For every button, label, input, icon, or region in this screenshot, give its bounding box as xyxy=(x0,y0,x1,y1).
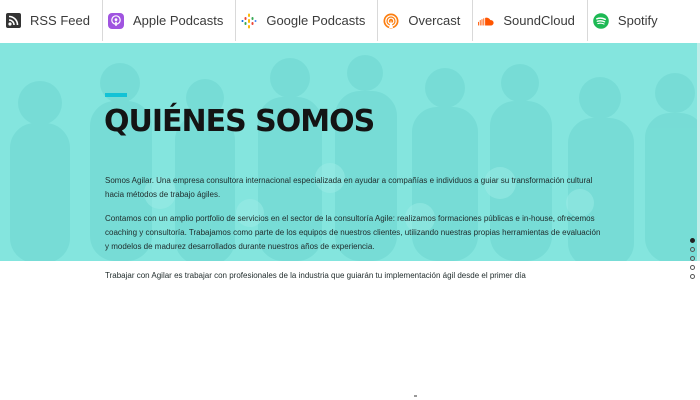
slider-dots xyxy=(690,238,698,283)
closing-paragraph: Trabajar con Agilar es trabajar con prof… xyxy=(105,271,526,280)
rss-icon xyxy=(5,13,21,29)
scroll-indicator xyxy=(414,395,417,397)
google-podcasts-label: Google Podcasts xyxy=(266,13,366,28)
podcast-links-bar: RSS Feed Apple Podcasts Google Podcasts … xyxy=(0,0,700,41)
spotify-link[interactable]: Spotify xyxy=(588,0,670,41)
spotify-label: Spotify xyxy=(617,13,658,28)
google-podcasts-link[interactable]: Google Podcasts xyxy=(236,0,379,41)
overcast-label: Overcast xyxy=(408,13,461,28)
overcast-link[interactable]: Overcast xyxy=(378,0,474,41)
apple-podcasts-icon xyxy=(107,12,124,29)
intro-paragraph: Somos Agilar. Una empresa consultora int… xyxy=(105,176,593,199)
title-accent-bar xyxy=(105,93,127,97)
slider-dot-3[interactable] xyxy=(690,256,695,261)
rss-feed-label: RSS Feed xyxy=(30,13,90,28)
soundcloud-label: SoundCloud xyxy=(503,13,575,28)
page-title: QUIÉNES SOMOS xyxy=(104,104,375,139)
services-paragraph: Contamos con un amplio portfolio de serv… xyxy=(105,214,601,251)
slider-dot-1[interactable] xyxy=(690,238,695,243)
slider-dot-4[interactable] xyxy=(690,265,695,270)
apple-podcasts-label: Apple Podcasts xyxy=(132,13,224,28)
slider-dot-5[interactable] xyxy=(690,274,695,279)
slider-dot-2[interactable] xyxy=(690,247,695,252)
overcast-icon xyxy=(383,13,399,29)
rss-feed-link[interactable]: RSS Feed xyxy=(0,0,103,41)
soundcloud-link[interactable]: SoundCloud xyxy=(473,0,588,41)
soundcloud-icon xyxy=(478,13,494,29)
spotify-icon xyxy=(593,12,609,29)
apple-podcasts-link[interactable]: Apple Podcasts xyxy=(103,0,237,41)
google-podcasts-icon xyxy=(241,13,257,29)
